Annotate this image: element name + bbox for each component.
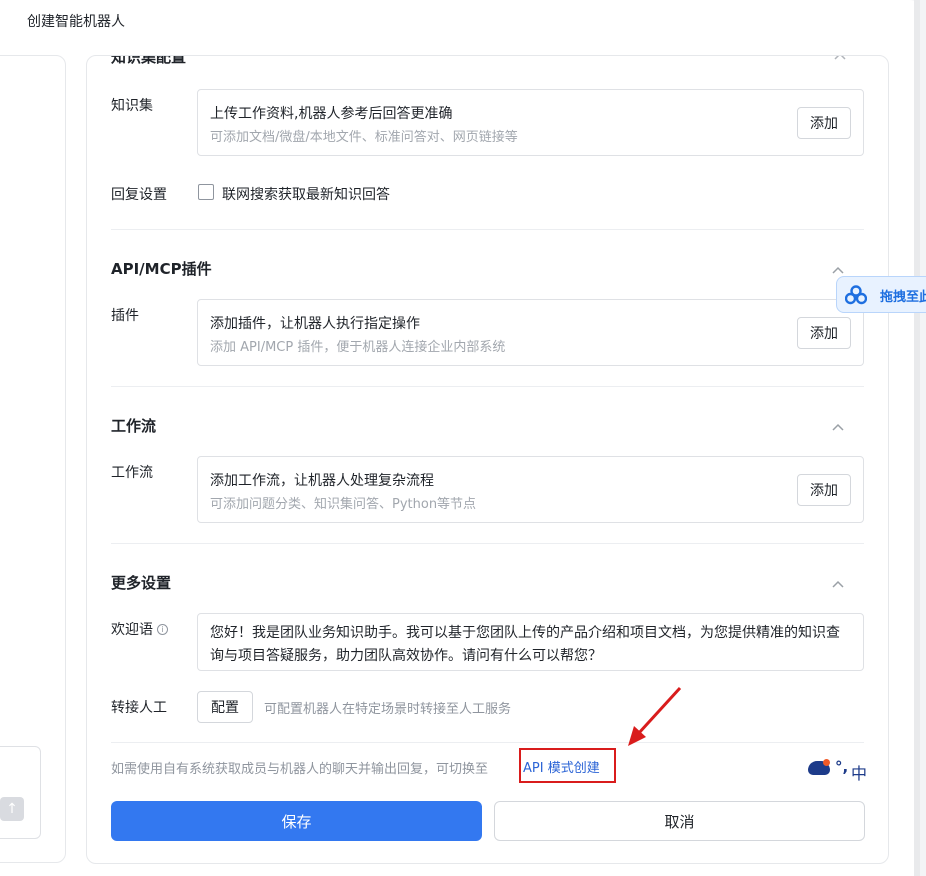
web-search-checkbox-label[interactable]: 联网搜索获取最新知识回答 xyxy=(222,184,390,204)
workflow-collapse-chevron-icon[interactable] xyxy=(832,419,846,431)
ime-indicator[interactable]: °, 中 xyxy=(808,758,872,783)
annotation-arrow-icon xyxy=(628,686,682,746)
plugins-box: 添加插件，让机器人执行指定操作 添加 API/MCP 插件，便于机器人连接企业内… xyxy=(197,299,864,366)
more-settings-collapse-chevron-icon[interactable] xyxy=(832,576,846,588)
plugins-collapse-chevron-icon[interactable] xyxy=(832,262,846,274)
scroll-top-button[interactable]: ↑ xyxy=(0,797,24,821)
left-panel xyxy=(0,55,66,863)
ime-language: 中 xyxy=(851,764,868,783)
knowledge-section-title: 知识集配置 xyxy=(111,55,187,66)
config-card: 知识集配置 知识集 上传工作资料,机器人参考后回答更准确 可添加文档/微盘/本地… xyxy=(86,55,889,864)
workflow-section-title: 工作流 xyxy=(111,417,157,435)
plugins-label: 插件 xyxy=(111,308,139,324)
add-workflow-button[interactable]: 添加 xyxy=(797,474,851,506)
scrollbar[interactable] xyxy=(914,0,920,876)
ime-punctuation: °, xyxy=(835,758,849,776)
transfer-human-label: 转接人工 xyxy=(111,700,167,716)
workflow-box: 添加工作流，让机器人处理复杂流程 可添加问题分类、知识集问答、Python等节点… xyxy=(197,456,864,523)
config-transfer-button[interactable]: 配置 xyxy=(197,691,253,723)
welcome-label: 欢迎语 i xyxy=(111,619,168,639)
dialog-window: 创建智能机器人 ↑ 知识集配置 知识集 上传工作资料,机器人参考后回答更准确 可… xyxy=(0,0,920,876)
workflow-box-title: 添加工作流，让机器人处理复杂流程 xyxy=(210,473,434,489)
left-preview-box xyxy=(0,746,41,839)
transfer-description: 可配置机器人在特定场景时转接至人工服务 xyxy=(264,702,512,717)
api-mode-hint: 如需使用自有系统获取成员与机器人的聊天并输出回复，可切换至 xyxy=(111,762,489,777)
knowledge-collapse-chevron-icon[interactable] xyxy=(834,56,846,64)
divider xyxy=(111,229,864,230)
divider xyxy=(111,386,864,387)
knowledge-label: 知识集 xyxy=(111,98,153,114)
knowledge-box: 上传工作资料,机器人参考后回答更准确 可添加文档/微盘/本地文件、标准问答对、网… xyxy=(197,89,864,156)
reply-settings-label: 回复设置 xyxy=(111,187,167,203)
add-plugin-button[interactable]: 添加 xyxy=(797,317,851,349)
drag-drop-widget[interactable]: 拖拽至此 xyxy=(836,276,926,313)
ime-dot-icon xyxy=(823,759,830,766)
drag-drop-label: 拖拽至此 xyxy=(880,290,926,305)
web-search-checkbox[interactable] xyxy=(198,184,214,200)
more-settings-section-title: 更多设置 xyxy=(111,574,172,592)
workflow-box-subtitle: 可添加问题分类、知识集问答、Python等节点 xyxy=(210,497,477,512)
plugins-box-subtitle: 添加 API/MCP 插件，便于机器人连接企业内部系统 xyxy=(210,340,506,355)
welcome-message-input[interactable]: 您好！我是团队业务知识助手。我可以基于您团队上传的产品介绍和项目文档，为您提供精… xyxy=(197,613,864,671)
knowledge-box-subtitle: 可添加文档/微盘/本地文件、标准问答对、网页链接等 xyxy=(210,130,518,145)
knowledge-box-title: 上传工作资料,机器人参考后回答更准确 xyxy=(210,106,453,122)
divider xyxy=(111,543,864,544)
welcome-label-text: 欢迎语 xyxy=(111,622,153,638)
window-title: 创建智能机器人 xyxy=(27,14,125,30)
cancel-button[interactable]: 取消 xyxy=(494,801,865,841)
plugins-section-title: API/MCP插件 xyxy=(111,260,212,278)
info-icon[interactable]: i xyxy=(157,624,168,635)
divider xyxy=(111,742,864,743)
add-knowledge-button[interactable]: 添加 xyxy=(797,107,851,139)
plugins-box-title: 添加插件，让机器人执行指定操作 xyxy=(210,316,420,332)
workflow-label: 工作流 xyxy=(111,465,153,481)
cloud-link-icon xyxy=(845,285,867,305)
save-button[interactable]: 保存 xyxy=(111,801,482,841)
